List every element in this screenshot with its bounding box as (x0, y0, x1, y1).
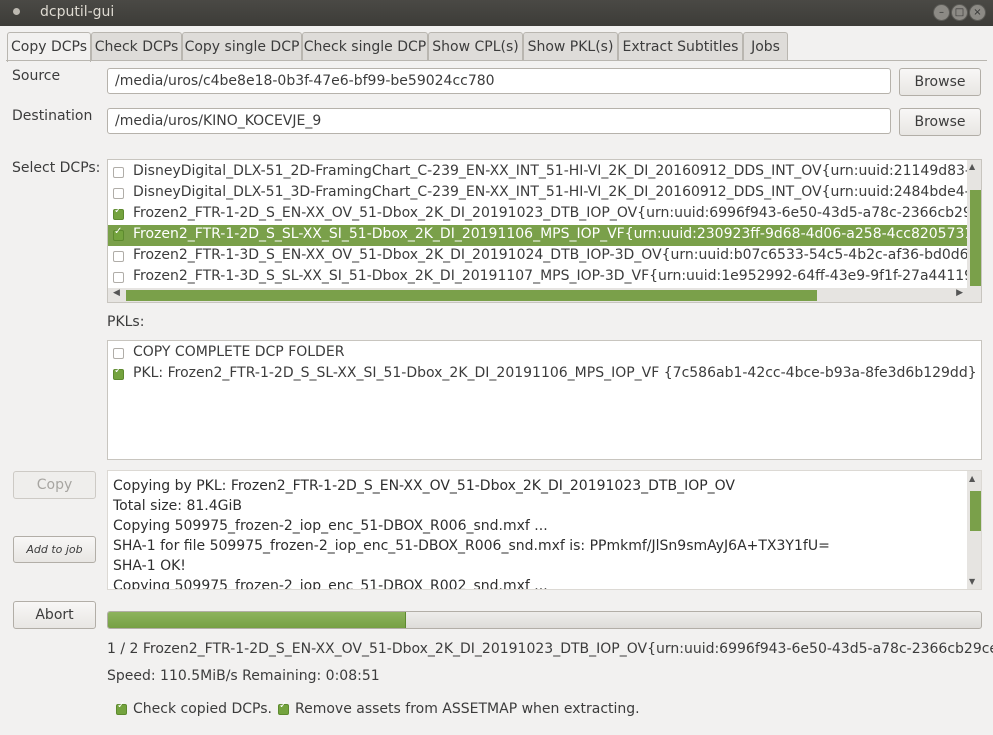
window-title: dcputil-gui (40, 4, 115, 20)
dcp-checkbox[interactable] (113, 226, 124, 241)
dcp-checkbox[interactable] (113, 188, 124, 199)
dcp-checkbox[interactable] (113, 251, 124, 262)
destination-browse-button[interactable]: Browse (899, 108, 981, 136)
dcp-row[interactable]: Frozen2_FTR-1-3D_S_EN-XX_OV_51-Dbox_2K_D… (108, 246, 981, 267)
dcp-row-selected[interactable]: Frozen2_FTR-1-2D_S_SL-XX_SI_51-Dbox_2K_D… (108, 225, 981, 246)
pkls-label: PKLs: (107, 314, 145, 330)
scroll-up-icon[interactable]: ▲ (969, 474, 975, 483)
tab-check-single-dcp[interactable]: Check single DCP (302, 32, 428, 60)
pkl-checkbox[interactable] (113, 348, 124, 359)
maximize-icon[interactable]: □ (951, 4, 968, 21)
log-vertical-scrollbar[interactable]: ▲ ▼ (967, 471, 981, 589)
select-dcps-label: Select DCPs: (12, 160, 101, 176)
tab-panel-border (6, 60, 987, 61)
tab-extract-subtitles[interactable]: Extract Subtitles (618, 32, 743, 60)
speed-status: Speed: 110.5MiB/s Remaining: 0:08:51 (107, 668, 380, 684)
remove-assets-checkbox[interactable] (278, 700, 289, 715)
copy-progress-bar (107, 611, 982, 629)
check-copied-checkbox[interactable] (116, 700, 127, 715)
log-line: Copying 509975_frozen-2_iop_enc_51-DBOX_… (113, 578, 548, 590)
dcp-list: DisneyDigital_DLX-51_2D-FramingChart_C-2… (107, 159, 982, 303)
dcp-list-hscroll-thumb[interactable] (126, 290, 817, 301)
tab-copy-single-dcp[interactable]: Copy single DCP (182, 32, 302, 60)
close-icon[interactable]: × (969, 4, 986, 21)
tab-check-dcps[interactable]: Check DCPs (91, 32, 182, 60)
add-to-job-button[interactable]: Add to job (13, 536, 96, 563)
log-line: SHA-1 for file 509975_frozen-2_iop_enc_5… (113, 538, 830, 554)
destination-label: Destination (12, 108, 93, 124)
log-text: Copying by PKL: Frozen2_FTR-1-2D_S_EN-XX… (113, 476, 830, 590)
title-bar: dcputil-gui – □ × (0, 0, 993, 26)
tab-show-cpls[interactable]: Show CPL(s) (428, 32, 523, 60)
log-line: Copying by PKL: Frozen2_FTR-1-2D_S_EN-XX… (113, 478, 736, 494)
tab-show-pkls[interactable]: Show PKL(s) (523, 32, 618, 60)
pkl-row[interactable]: PKL: Frozen2_FTR-1-2D_S_SL-XX_SI_51-Dbox… (108, 364, 981, 385)
source-browse-button[interactable]: Browse (899, 68, 981, 96)
progress-fill (108, 612, 406, 628)
dcp-checkbox[interactable] (113, 205, 124, 220)
destination-input[interactable]: /media/uros/KINO_KOCEVJE_9 (107, 108, 891, 134)
log-line: Copying 509975_frozen-2_iop_enc_51-DBOX_… (113, 518, 548, 534)
dcp-row[interactable]: Frozen2_FTR-1-3D_S_SL-XX_SI_51-Dbox_2K_D… (108, 267, 981, 288)
tab-jobs[interactable]: Jobs (743, 32, 788, 60)
log-line: SHA-1 OK! (113, 558, 186, 574)
copy-button[interactable]: Copy (13, 471, 96, 499)
minimize-icon[interactable]: – (933, 4, 950, 21)
dcp-list-horizontal-scrollbar[interactable]: ◀ ▶ (108, 288, 981, 302)
app-menu-icon[interactable] (13, 8, 20, 15)
log-vscroll-thumb[interactable] (970, 491, 981, 531)
check-copied-label: Check copied DCPs. (133, 701, 273, 717)
pkl-list: COPY COMPLETE DCP FOLDER PKL: Frozen2_FT… (107, 340, 982, 460)
source-label: Source (12, 68, 61, 84)
scroll-down-icon[interactable]: ▼ (969, 577, 975, 586)
dcp-list-vscroll-thumb[interactable] (970, 190, 981, 286)
pkl-checkbox[interactable] (113, 365, 124, 380)
dcp-row[interactable]: DisneyDigital_DLX-51_3D-FramingChart_C-2… (108, 183, 981, 204)
scroll-right-icon[interactable]: ▶ (956, 288, 963, 298)
dcp-row[interactable]: DisneyDigital_DLX-51_2D-FramingChart_C-2… (108, 162, 981, 183)
scroll-up-icon[interactable]: ▲ (969, 162, 975, 171)
source-input[interactable]: /media/uros/c4be8e18-0b3f-47e6-bf99-be59… (107, 68, 891, 94)
pkl-row[interactable]: COPY COMPLETE DCP FOLDER (108, 343, 981, 364)
remove-assets-label: Remove assets from ASSETMAP when extract… (295, 701, 640, 717)
abort-button[interactable]: Abort (13, 601, 96, 629)
dcp-row[interactable]: Frozen2_FTR-1-2D_S_EN-XX_OV_51-Dbox_2K_D… (108, 204, 981, 225)
scroll-left-icon[interactable]: ◀ (113, 288, 120, 298)
log-view[interactable]: Copying by PKL: Frozen2_FTR-1-2D_S_EN-XX… (107, 470, 982, 590)
current-dcp-status: 1 / 2 Frozen2_FTR-1-2D_S_EN-XX_OV_51-Dbo… (107, 641, 993, 657)
log-line: Total size: 81.4GiB (113, 498, 242, 514)
dcp-list-vertical-scrollbar[interactable]: ▲ (967, 160, 981, 288)
dcp-checkbox[interactable] (113, 272, 124, 283)
dcp-checkbox[interactable] (113, 167, 124, 178)
tab-copy-dcps[interactable]: Copy DCPs (7, 32, 91, 62)
